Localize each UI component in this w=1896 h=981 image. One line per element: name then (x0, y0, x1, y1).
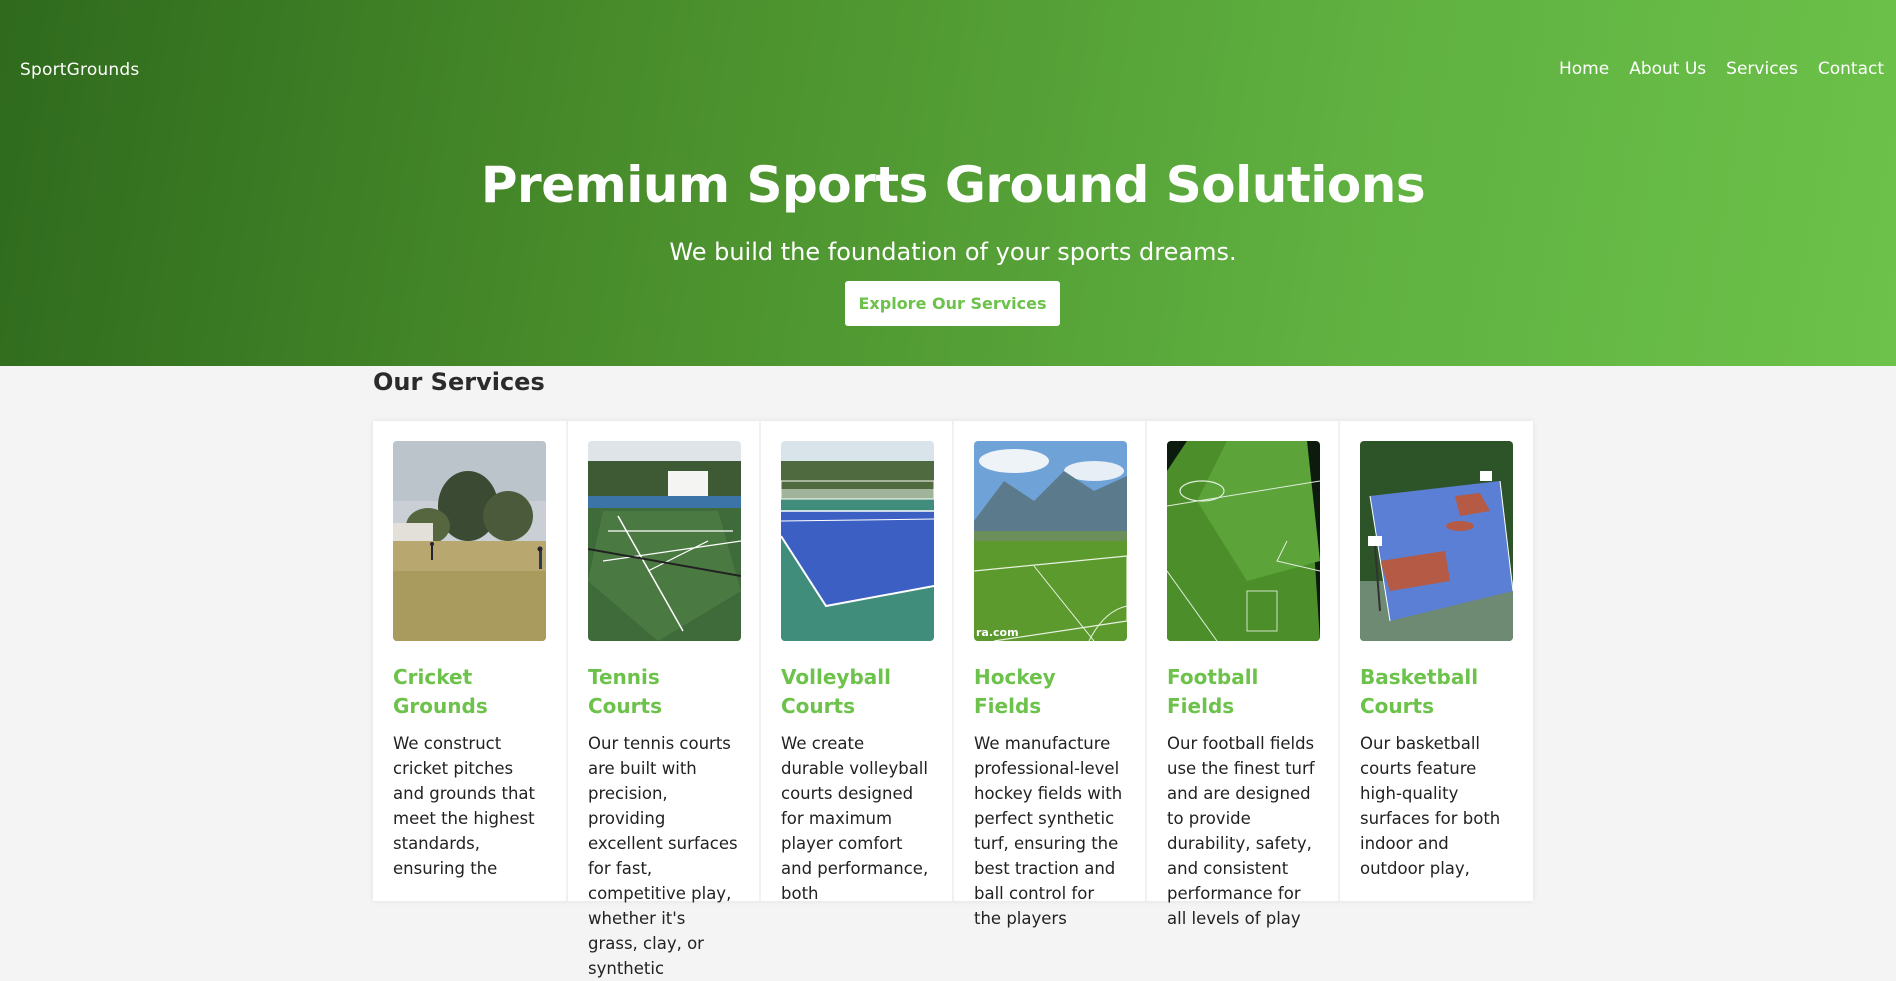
football-field-image (1167, 441, 1320, 641)
cricket-ground-image (393, 441, 546, 641)
volleyball-court-image (781, 441, 934, 641)
basketball-court-image (1360, 441, 1513, 641)
explore-services-button[interactable]: Explore Our Services (845, 281, 1060, 326)
brand-logo[interactable]: SportGrounds (20, 60, 139, 80)
hero-subtitle: We build the foundation of your sports d… (669, 238, 1237, 266)
card-text: We manufacture professional-level hockey… (974, 734, 1123, 928)
card-title: Basketball Courts (1360, 665, 1479, 718)
hero-title: Premium Sports Ground Solutions (480, 156, 1426, 214)
nav-contact[interactable]: Contact (1818, 59, 1884, 79)
card-text: Our football fields use the finest turf … (1167, 734, 1315, 928)
card-title: Tennis Courts (588, 665, 662, 718)
tennis-court-image (588, 441, 741, 641)
service-card-tennis: Tennis Courts Our tennis courts are buil… (566, 421, 758, 978)
card-title: Volleyball Courts (781, 665, 891, 718)
card-text: Our tennis courts are built with precisi… (588, 734, 738, 978)
card-text: We construct cricket pitches and grounds… (393, 734, 536, 878)
image-watermark: ra.com (976, 626, 1019, 639)
card-title: Cricket Grounds (393, 665, 488, 718)
card-text: We create durable volleyball courts desi… (781, 734, 929, 903)
service-card-hockey: ra.com Hockey Fields We manufacture prof… (952, 421, 1144, 928)
services-cards: Cricket Grounds We construct cricket pit… (373, 421, 1533, 978)
service-card-volleyball: Volleyball Courts We create durable voll… (759, 421, 951, 903)
nav-home[interactable]: Home (1559, 59, 1609, 79)
nav-services[interactable]: Services (1726, 59, 1798, 79)
card-title: Hockey Fields (974, 665, 1056, 718)
hero-header: SportGrounds Home About Us Services Cont… (0, 0, 1896, 366)
service-card-cricket: Cricket Grounds We construct cricket pit… (373, 421, 565, 901)
services-heading: Our Services (373, 368, 545, 396)
hockey-field-image: ra.com (974, 441, 1127, 641)
main-nav: Home About Us Services Contact (1559, 59, 1884, 79)
service-card-football: Football Fields Our football fields use … (1145, 421, 1337, 928)
card-title: Football Fields (1167, 665, 1259, 718)
card-text: Our basketball courts feature high-quali… (1360, 734, 1501, 878)
service-card-basketball: Basketball Courts Our basketball courts … (1338, 421, 1530, 901)
nav-about-us[interactable]: About Us (1629, 59, 1706, 79)
